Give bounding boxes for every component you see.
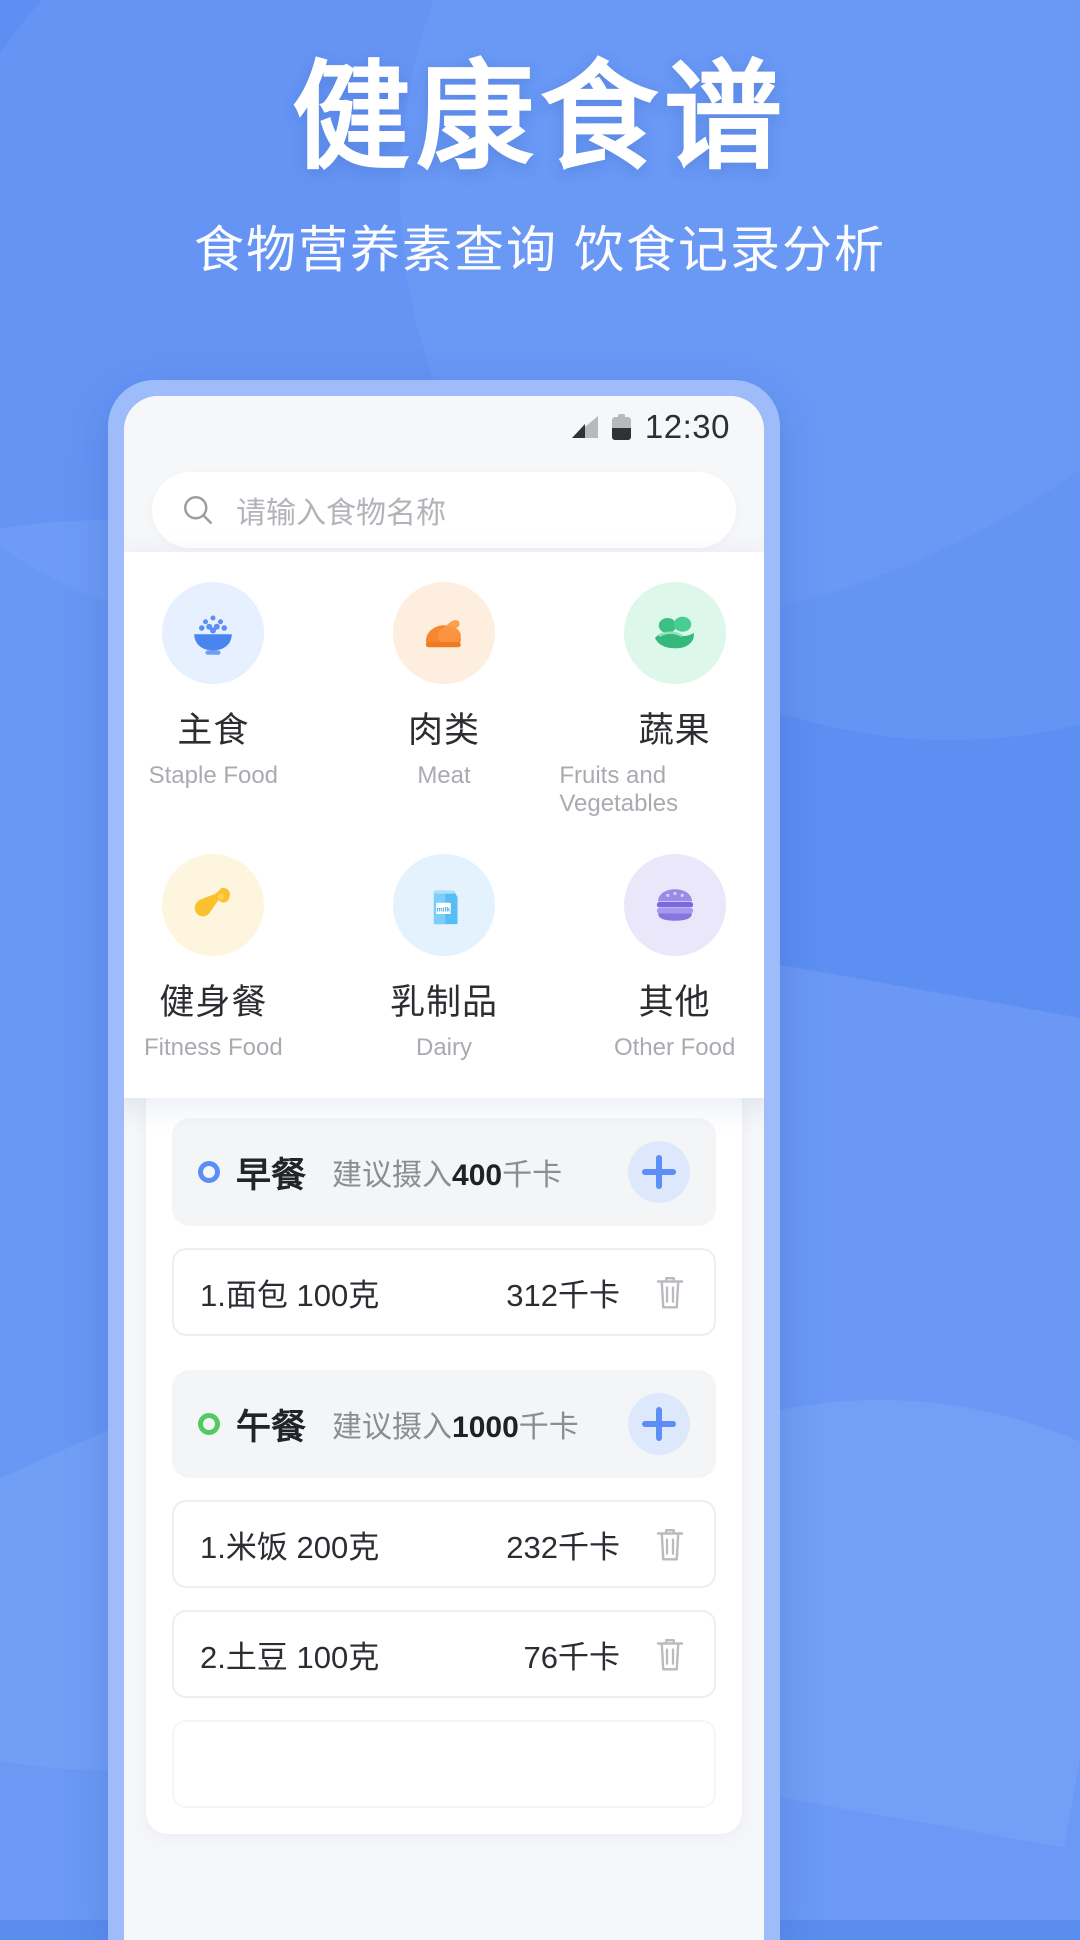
- burger-icon: [623, 854, 726, 956]
- category-item-fruits-vegetables[interactable]: 蔬果 Fruits and Vegetables: [559, 582, 764, 818]
- category-item-fitness-food[interactable]: 健身餐 Fitness Food: [124, 854, 329, 1062]
- food-name: 2.土豆 100克: [200, 1639, 380, 1675]
- meal-recommendation: 建议摄入400千卡: [332, 1159, 563, 1192]
- food-calories: 232千卡: [506, 1529, 620, 1565]
- food-calories: 312千卡: [506, 1277, 620, 1313]
- food-row[interactable]: 2.土豆 100克 76千卡: [172, 1610, 716, 1698]
- milk-carton-icon: milk: [392, 854, 495, 956]
- page-title: 健康食谱: [291, 52, 788, 184]
- category-item-staple-food[interactable]: 主食 Staple Food: [124, 582, 329, 818]
- trash-icon[interactable]: [652, 1524, 688, 1564]
- meal-name: 早餐: [236, 1155, 307, 1195]
- category-label-en: Dairy: [415, 1034, 472, 1061]
- meal-name: 午餐: [236, 1407, 307, 1447]
- signal-icon: [571, 416, 598, 438]
- category-label-zh: 主食: [177, 711, 250, 750]
- category-item-other[interactable]: 其他 Other Food: [559, 854, 764, 1062]
- chicken-icon: [392, 582, 495, 684]
- food-calories: 76千卡: [523, 1639, 620, 1675]
- plus-icon: [642, 1407, 676, 1441]
- category-item-meat[interactable]: 肉类 Meat: [329, 582, 560, 818]
- add-food-button[interactable]: [628, 1141, 690, 1203]
- meal-header-breakfast[interactable]: 早餐 建议摄入400千卡: [172, 1118, 716, 1226]
- phone-mockup: 12:30 请输入食物名称 主食 Staple Food 肉类 Meat 蔬果 …: [108, 380, 780, 1940]
- search-input[interactable]: 请输入食物名称: [152, 472, 736, 548]
- food-row[interactable]: 1.面包 100克 312千卡: [172, 1248, 716, 1336]
- category-label-zh: 乳制品: [389, 983, 498, 1022]
- category-label-en: Meat: [417, 762, 471, 789]
- category-label-en: Fitness Food: [143, 1034, 283, 1061]
- category-item-dairy[interactable]: milk 乳制品 Dairy: [329, 854, 560, 1062]
- diet-record-card: 饮食记录分析 分析饮食 早餐 建议摄入400千卡 1.面包 100克 312千卡: [146, 990, 742, 1834]
- category-label-en: Fruits and Vegetables: [559, 762, 679, 817]
- muscle-arm-icon: [162, 854, 265, 956]
- category-label-en: Other Food: [613, 1034, 736, 1061]
- plus-icon: [642, 1155, 676, 1189]
- search-icon: [184, 496, 212, 524]
- hero-section: 健康食谱 食物营养素查询 饮食记录分析: [0, 0, 1080, 282]
- food-name: 1.面包 100克: [200, 1277, 380, 1313]
- meal-recommendation: 建议摄入1000千卡: [332, 1411, 579, 1444]
- status-bar: 12:30: [124, 396, 764, 458]
- category-label-en: Staple Food: [148, 762, 279, 789]
- phone-screen: 12:30 请输入食物名称 主食 Staple Food 肉类 Meat 蔬果 …: [124, 396, 764, 1940]
- meal-status-dot: [198, 1161, 220, 1183]
- battery-icon: [611, 414, 631, 440]
- search-placeholder: 请输入食物名称: [236, 497, 446, 530]
- food-name: 1.米饭 200克: [200, 1529, 380, 1565]
- category-label-zh: 其他: [638, 983, 711, 1022]
- meal-status-dot: [198, 1413, 220, 1435]
- trash-icon[interactable]: [652, 1272, 688, 1312]
- rice-bowl-icon: [162, 582, 265, 684]
- page-subtitle: 食物营养素查询 饮食记录分析: [194, 222, 886, 279]
- category-label-zh: 肉类: [407, 711, 480, 750]
- category-card: 主食 Staple Food 肉类 Meat 蔬果 Fruits and Veg…: [124, 552, 764, 1098]
- food-row[interactable]: 1.米饭 200克 232千卡: [172, 1500, 716, 1588]
- meal-header-lunch[interactable]: 午餐 建议摄入1000千卡: [172, 1370, 716, 1478]
- add-food-button[interactable]: [628, 1393, 690, 1455]
- trash-icon[interactable]: [652, 1634, 688, 1674]
- category-grid: 主食 Staple Food 肉类 Meat 蔬果 Fruits and Veg…: [124, 582, 764, 1062]
- vegetables-icon: [623, 582, 726, 684]
- food-row-partial[interactable]: [172, 1720, 716, 1808]
- svg-text:milk: milk: [437, 906, 451, 913]
- category-label-zh: 健身餐: [159, 983, 268, 1022]
- status-bar-time: 12:30: [644, 408, 730, 445]
- category-label-zh: 蔬果: [638, 711, 711, 750]
